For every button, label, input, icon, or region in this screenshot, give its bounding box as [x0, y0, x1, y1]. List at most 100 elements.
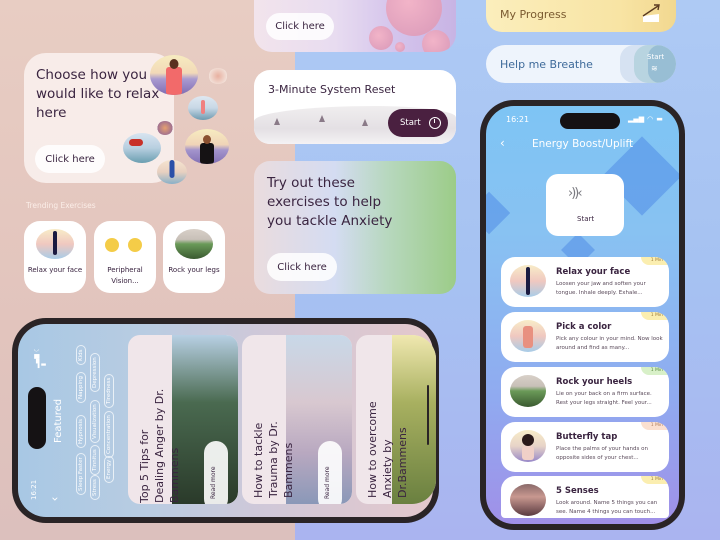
rock-legs-illustration: [175, 229, 213, 259]
dynamic-island: [560, 113, 620, 129]
yellow-dot-icon: [105, 238, 119, 252]
progress-chart-icon: [642, 4, 660, 22]
system-reset-start-button[interactable]: Start: [388, 109, 448, 137]
home-indicator[interactable]: [427, 385, 429, 445]
tile-label: Relax your face: [27, 266, 83, 274]
exercise-title: Pick a color: [556, 322, 612, 332]
exercise-title: 5 Senses: [556, 486, 599, 496]
help-me-breathe-label: Help me Breathe: [500, 58, 593, 71]
tag-energy[interactable]: Energy: [104, 455, 114, 483]
duration-badge: 1 Min: [640, 312, 669, 320]
article-title-line: How to tackle: [252, 422, 265, 498]
anxiety-card-title: Try out these exercises to help you tack…: [267, 175, 393, 229]
energy-boost-title: Energy Boost/Uplift: [532, 138, 634, 150]
exercise-description: Pick any colour in your mind. Now look a…: [556, 336, 663, 351]
energy-start-label: Start: [577, 215, 595, 223]
system-reset-title: 3-Minute System Reset: [268, 83, 396, 96]
exercise-card-relax-face[interactable]: Relax your face Loosen your jaw and soft…: [501, 257, 669, 307]
article-title-line: Trauma by Dr.: [267, 421, 280, 498]
timer-icon: [428, 117, 441, 129]
dynamic-island: [28, 387, 46, 449]
top-click-here-button[interactable]: Click here: [266, 13, 334, 40]
article-title-line: Dealing Anger by Dr.: [153, 388, 166, 503]
sound-wave-icon: ›))‹: [568, 186, 582, 201]
exercise-illustration: [510, 375, 546, 407]
bubble-decoration: [395, 42, 405, 52]
exercise-description: Place the palms of your hands on opposit…: [556, 446, 648, 461]
avatar-man-crossed-arms[interactable]: [150, 55, 198, 95]
article-title-line: Bammens: [282, 442, 295, 498]
avatar-small-figure[interactable]: [208, 68, 228, 84]
wind-icon: ≋: [651, 64, 658, 73]
article-card-anger[interactable]: Read more Top 5 Tips for Dealing Anger b…: [128, 335, 238, 504]
tag-depression[interactable]: Depression: [90, 353, 100, 392]
tile-label: Rock your legs: [168, 266, 220, 274]
avatar-man-black-shirt[interactable]: [185, 129, 229, 164]
read-more-button[interactable]: Read more: [204, 441, 228, 504]
article-card-trauma[interactable]: Read more How to tackle Trauma by Dr. Ba…: [242, 335, 352, 504]
article-title-line: Top 5 Tips for: [138, 429, 151, 503]
exercise-illustration: [510, 484, 546, 516]
tag-stress[interactable]: Stress: [90, 475, 100, 500]
anxiety-click-here-button[interactable]: Click here: [267, 253, 337, 281]
avatar-tiny-figure[interactable]: [157, 121, 173, 135]
bubble-decoration: [422, 30, 450, 52]
trending-exercises-heading: Trending Exercises: [26, 201, 96, 210]
tag-napping[interactable]: Napping: [76, 372, 86, 403]
tag-tinnitus[interactable]: Tinnitus: [90, 445, 100, 475]
read-more-button[interactable]: Read more: [318, 441, 342, 504]
exercise-description: Look around. Name 5 things you can see. …: [556, 500, 658, 515]
status-time: 16:21: [30, 479, 38, 500]
tag-tiredness[interactable]: Tiredness: [104, 373, 114, 408]
exercise-card-5-senses[interactable]: 5 Senses Look around. Name 5 things you …: [501, 476, 669, 518]
exercise-title: Relax your face: [556, 267, 631, 277]
breathe-start-label: Start: [647, 53, 665, 61]
tag-concentration[interactable]: Concentration: [104, 411, 114, 458]
article-title-line: Bammens: [168, 447, 181, 503]
status-icons: ▂▄▆ ◠ ▬: [628, 115, 663, 123]
duration-badge: 1 Min: [640, 257, 669, 265]
exercise-card-pick-color[interactable]: Pick a color Pick any colour in your min…: [501, 312, 669, 362]
avatar-stretching-figure[interactable]: [188, 96, 218, 120]
my-progress-label: My Progress: [500, 8, 567, 21]
read-more-label: Read more: [210, 466, 217, 499]
diamond-decoration: [486, 191, 511, 235]
tile-label: Peripheral Vision...: [107, 266, 143, 285]
trending-tile-relax-face[interactable]: Relax your face: [24, 221, 86, 293]
battery-icon: ▬: [656, 115, 663, 123]
avatar-legs-figure[interactable]: [157, 160, 187, 184]
tree-icon: [319, 115, 325, 122]
tree-icon: [274, 118, 280, 125]
article-title-line: Anxiety by: [381, 439, 394, 498]
relax-face-illustration: [36, 229, 74, 259]
exercise-card-butterfly-tap[interactable]: Butterfly tap Place the palms of your ha…: [501, 422, 669, 472]
featured-title: Featured: [53, 398, 64, 443]
article-card-anxiety[interactable]: How to overcome Anxiety by Dr.Bammens: [356, 335, 436, 504]
back-chevron-icon[interactable]: ‹: [500, 136, 505, 150]
exercise-description: Loosen your jaw and soften your tongue. …: [556, 281, 646, 296]
trending-tile-peripheral-vision[interactable]: Peripheral Vision...: [94, 221, 156, 293]
choose-click-here-button[interactable]: Click here: [35, 145, 105, 173]
bubble-decoration: [369, 26, 393, 50]
exercise-description: Lie on your back on a firm surface. Rest…: [556, 391, 652, 406]
back-chevron-icon[interactable]: ‹: [47, 497, 61, 502]
duration-badge: 1 Min: [640, 367, 669, 375]
article-title-line: How to overcome: [366, 401, 379, 498]
signal-icon: ▂▄▆: [628, 115, 645, 123]
exercise-illustration: [510, 430, 546, 462]
tag-kids[interactable]: Kids: [76, 345, 86, 365]
energy-start-tile[interactable]: [546, 174, 624, 236]
avatar-red-hair-figure[interactable]: [123, 133, 161, 163]
read-more-label: Read more: [324, 466, 331, 499]
exercise-title: Butterfly tap: [556, 432, 618, 442]
exercise-title: Rock your heels: [556, 377, 633, 387]
exercise-card-rock-heels[interactable]: Rock your heels Lie on your back on a fi…: [501, 367, 669, 417]
exercise-illustration: [510, 265, 546, 297]
trending-tile-rock-legs[interactable]: Rock your legs: [163, 221, 225, 293]
tag-hypnosis[interactable]: Hypnosis: [76, 415, 86, 448]
tag-visualization[interactable]: Visualization: [90, 400, 100, 443]
tag-sleep-faster[interactable]: Sleep Faster: [76, 453, 86, 495]
wifi-icon: ◠: [647, 115, 654, 123]
status-icons: ▂▄▆ ◠ ▬: [33, 345, 47, 368]
choose-relax-title: Choose how you would like to relax here: [36, 67, 160, 121]
